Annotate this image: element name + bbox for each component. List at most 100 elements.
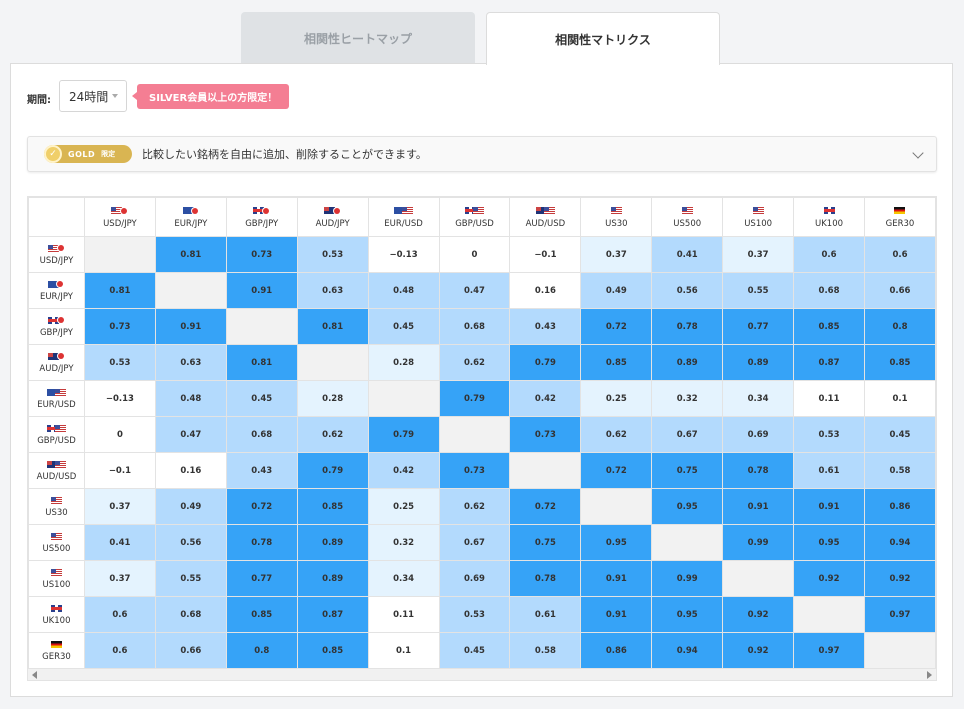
correlation-cell xyxy=(225,308,298,345)
correlation-cell: 0.53 xyxy=(793,416,865,453)
correlation-cell: 0.89 xyxy=(296,560,369,597)
correlation-cell: 0.67 xyxy=(438,524,511,561)
correlation-cell: 0.34 xyxy=(367,560,440,597)
correlation-cell: 0.56 xyxy=(651,272,724,309)
correlation-cell: 0.73 xyxy=(438,452,511,489)
correlation-cell: 0.85 xyxy=(296,632,369,669)
flag-icons xyxy=(865,206,935,216)
corner-cell xyxy=(28,197,85,237)
gold-badge: ✓ GOLD 限定 xyxy=(44,145,132,163)
flag-icons xyxy=(29,351,84,361)
correlation-cell: 0.55 xyxy=(722,272,795,309)
gold-feature-bar[interactable]: ✓ GOLD 限定 比較したい銘柄を自由に追加、削除することができます。 xyxy=(27,136,937,172)
table-row: UK100 0.6 0.68 0.85 0.87 0.11 0.53 0.61 0.91 0.95… xyxy=(28,596,936,633)
symbol-label: USD/JPY xyxy=(39,256,74,266)
table-row: EUR/USD −0.13 0.48 0.45 0.28 0.79 0.42 0.25 0.32… xyxy=(28,380,936,417)
correlation-cell: 0.92 xyxy=(863,560,936,597)
correlation-cell: 0.95 xyxy=(580,524,653,561)
flag-us-icon xyxy=(54,460,66,468)
correlation-cell: 0 xyxy=(438,236,511,273)
horizontal-scrollbar[interactable] xyxy=(28,668,936,680)
symbol-label: UK100 xyxy=(815,218,844,229)
correlation-cell: 0.37 xyxy=(83,488,156,525)
flag-us-icon xyxy=(54,424,66,432)
symbol-label: EUR/USD xyxy=(384,218,423,229)
correlation-cell: 0.6 xyxy=(83,632,156,669)
correlation-cell: 0.77 xyxy=(225,560,298,597)
tab-bar: 相関性ヒートマップ 相関性マトリクス xyxy=(0,12,964,65)
correlation-cell: 0.78 xyxy=(225,524,298,561)
column-header: US100 xyxy=(722,197,795,237)
symbol-label: US500 xyxy=(673,218,702,229)
flag-icons xyxy=(652,206,722,216)
correlation-cell: 0.97 xyxy=(863,596,936,633)
correlation-cell: −0.1 xyxy=(83,452,156,489)
correlation-cell: 0.63 xyxy=(296,272,369,309)
correlation-cell: 0.77 xyxy=(722,308,795,345)
correlation-cell: −0.1 xyxy=(509,236,582,273)
symbol-label: US100 xyxy=(42,580,71,590)
correlation-cell: 0.89 xyxy=(722,344,795,381)
correlation-cell: 0.37 xyxy=(580,236,653,273)
correlation-cell: 0.48 xyxy=(154,380,227,417)
table-row: GBP/JPY 0.73 0.91 0.81 0.45 0.68 0.43 0.72 0.78 0… xyxy=(28,308,936,345)
correlation-cell: 0.6 xyxy=(793,236,865,273)
scroll-right-icon[interactable] xyxy=(927,671,932,679)
flag-icons xyxy=(29,567,84,577)
flag-icons xyxy=(29,603,84,613)
correlation-cell: 0.89 xyxy=(651,344,724,381)
column-header: UK100 xyxy=(793,197,865,237)
correlation-cell: 0.72 xyxy=(225,488,298,525)
correlation-cell: 0.42 xyxy=(509,380,582,417)
correlation-cell: 0.45 xyxy=(225,380,298,417)
symbol-label: GBP/JPY xyxy=(245,218,279,229)
header-row: USD/JPY EUR/JPY GBP/JPY AUD/JPY EUR/USD GBP/U… xyxy=(28,197,936,237)
column-header: USD/JPY xyxy=(83,197,156,237)
correlation-cell: 0.75 xyxy=(509,524,582,561)
flag-icons xyxy=(29,243,84,253)
column-header: GBP/USD xyxy=(438,197,511,237)
flag-gb-icon xyxy=(823,207,835,214)
period-select[interactable]: 24時間 xyxy=(59,80,127,112)
correlation-cell: 0.79 xyxy=(509,344,582,381)
correlation-cell: 0.48 xyxy=(367,272,440,309)
symbol-label: USD/JPY xyxy=(103,218,137,229)
correlation-cell: 0.11 xyxy=(793,380,865,417)
correlation-cell xyxy=(154,272,227,309)
scroll-left-icon[interactable] xyxy=(32,671,37,679)
correlation-cell: 0.92 xyxy=(793,560,865,597)
correlation-cell: 0.73 xyxy=(83,308,156,345)
flag-jp-icon xyxy=(56,316,65,324)
correlation-cell: 0.99 xyxy=(722,524,795,561)
correlation-cell: 0.78 xyxy=(509,560,582,597)
tab-matrix[interactable]: 相関性マトリクス xyxy=(486,12,720,65)
correlation-cell: 0 xyxy=(83,416,156,453)
symbol-label: US500 xyxy=(42,544,71,554)
table-row: US100 0.37 0.55 0.77 0.89 0.34 0.69 0.78 0.91 0.9… xyxy=(28,560,936,597)
flag-icons xyxy=(581,206,651,216)
correlation-cell: 0.91 xyxy=(580,560,653,597)
correlation-cell: 0.73 xyxy=(509,416,582,453)
table-row: GER30 0.6 0.66 0.8 0.85 0.1 0.45 0.58 0.86 0.94 0.… xyxy=(28,632,936,669)
tab-heatmap[interactable]: 相関性ヒートマップ xyxy=(241,12,475,64)
correlation-cell: 0.72 xyxy=(509,488,582,525)
flag-jp-icon xyxy=(190,206,199,215)
correlation-cell: 0.37 xyxy=(722,236,795,273)
chevron-down-icon[interactable] xyxy=(912,147,924,159)
correlation-cell: 0.66 xyxy=(154,632,227,669)
table-row: GBP/USD 0 0.47 0.68 0.62 0.79 0.73 0.62 0.67 0.69… xyxy=(28,416,936,453)
correlation-cell: 0.66 xyxy=(863,272,936,309)
correlation-cell: 0.91 xyxy=(225,272,298,309)
column-header: US500 xyxy=(651,197,724,237)
correlation-cell xyxy=(83,236,156,273)
flag-icons xyxy=(156,206,226,216)
correlation-cell: 0.43 xyxy=(509,308,582,345)
row-header: AUD/USD xyxy=(28,452,85,489)
correlation-cell: 0.6 xyxy=(83,596,156,633)
correlation-cell xyxy=(580,488,653,525)
table-row: US30 0.37 0.49 0.72 0.85 0.25 0.62 0.72 0.95 0.91… xyxy=(28,488,936,525)
correlation-cell: 0.81 xyxy=(154,236,227,273)
correlation-cell: 0.68 xyxy=(438,308,511,345)
flag-us-icon xyxy=(50,496,62,504)
correlation-cell: 0.85 xyxy=(225,596,298,633)
